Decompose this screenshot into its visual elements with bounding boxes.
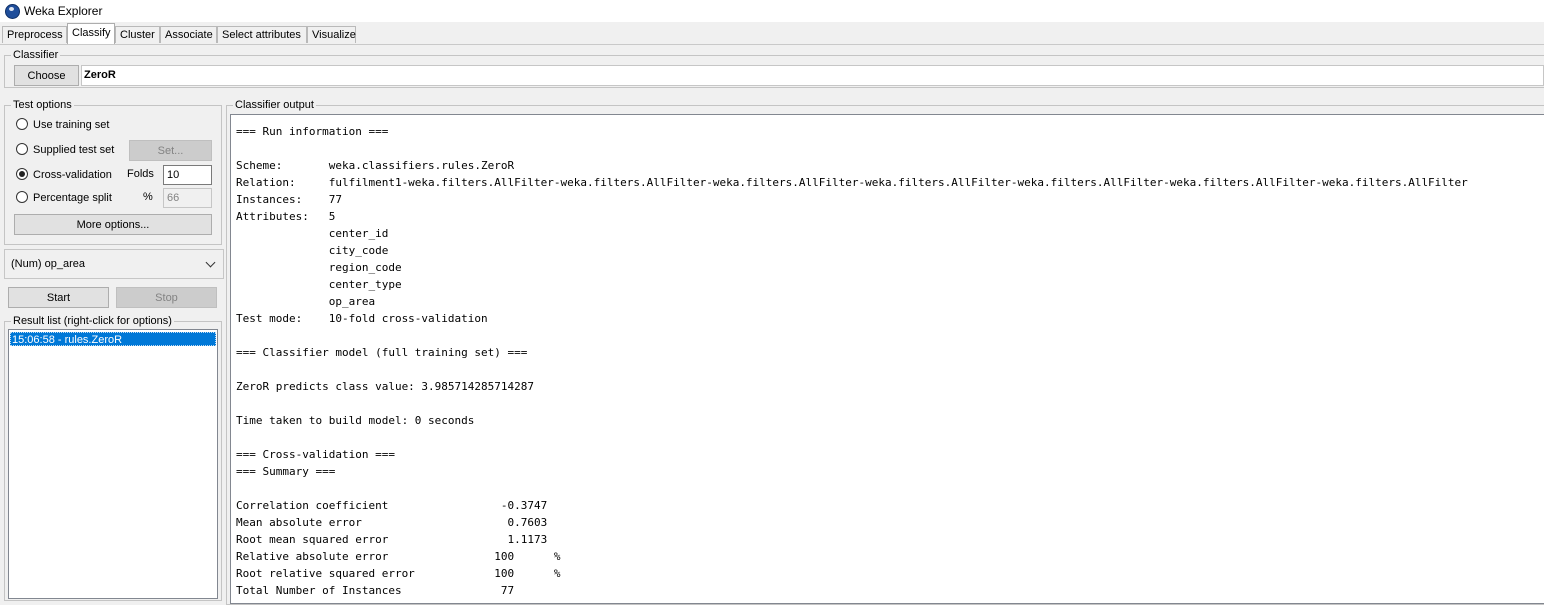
tab-cluster[interactable]: Cluster <box>115 26 160 43</box>
set-test-file-button[interactable]: Set... <box>129 140 212 161</box>
percentage-split-radio[interactable] <box>16 191 28 203</box>
tab-associate[interactable]: Associate <box>160 26 217 43</box>
tab-visualize[interactable]: Visualize <box>307 26 356 43</box>
class-attribute-value: (Num) op_area <box>11 258 85 270</box>
cross-validation-label: Cross-validation <box>33 169 112 181</box>
percentage-input[interactable]: 66 <box>163 188 212 208</box>
title-bar: Weka Explorer <box>0 0 1544 22</box>
folds-input[interactable]: 10 <box>163 165 212 185</box>
tab-content-border <box>0 44 1544 45</box>
classifier-name: ZeroR <box>84 69 116 81</box>
classifier-output-area[interactable]: === Run information === Scheme: weka.cla… <box>230 114 1544 604</box>
choose-button[interactable]: Choose <box>14 65 79 86</box>
classifier-output-label: Classifier output <box>233 98 316 112</box>
start-button[interactable]: Start <box>8 287 109 308</box>
tab-classify[interactable]: Classify <box>67 23 115 44</box>
more-options-button[interactable]: More options... <box>14 214 212 235</box>
classifier-group-label: Classifier <box>11 48 61 62</box>
weka-bird-icon <box>5 4 20 19</box>
classifier-output-text: === Run information === Scheme: weka.cla… <box>236 125 1468 597</box>
window-title: Weka Explorer <box>24 4 103 18</box>
supplied-test-set-label: Supplied test set <box>33 144 115 156</box>
chevron-down-icon <box>205 257 216 268</box>
result-list[interactable]: 15:06:58 - rules.ZeroR <box>8 329 218 599</box>
percent-label: % <box>143 191 153 203</box>
use-training-set-radio[interactable] <box>16 118 28 130</box>
class-attribute-select[interactable]: (Num) op_area <box>4 249 224 279</box>
result-list-label: Result list (right-click for options) <box>11 314 174 328</box>
supplied-test-set-radio[interactable] <box>16 143 28 155</box>
result-list-item[interactable]: 15:06:58 - rules.ZeroR <box>10 332 216 346</box>
percentage-split-label: Percentage split <box>33 192 112 204</box>
folds-label: Folds <box>127 168 154 180</box>
tab-preprocess[interactable]: Preprocess <box>2 26 67 43</box>
cross-validation-radio[interactable] <box>16 168 28 180</box>
classifier-name-field[interactable]: ZeroR <box>81 65 1544 86</box>
tab-select-attributes[interactable]: Select attributes <box>217 26 307 43</box>
use-training-set-label: Use training set <box>33 119 110 131</box>
stop-button[interactable]: Stop <box>116 287 217 308</box>
test-options-label: Test options <box>11 98 74 112</box>
